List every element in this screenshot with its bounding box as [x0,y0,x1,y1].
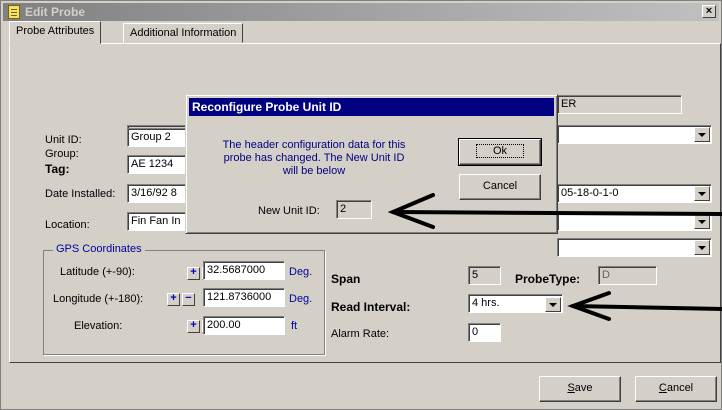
location-label: Location: [45,219,90,231]
right-combo-4[interactable] [557,238,712,257]
read-interval-label: Read Interval: [331,300,411,314]
cancel-label: ancel [666,382,694,394]
chevron-down-icon[interactable] [694,186,710,201]
cancel-mnemonic: C [658,382,667,394]
gps-title: GPS Coordinates [53,243,145,255]
latitude-field[interactable]: 32.5687000 [203,261,285,280]
chevron-down-icon[interactable] [694,240,710,255]
location-field[interactable]: Fin Fan In [127,212,189,231]
elevation-field[interactable]: 200.00 [203,316,285,335]
chevron-down-icon[interactable] [545,297,561,312]
reconfigure-dialog: Reconfigure Probe Unit ID The header con… [185,94,558,234]
chevron-down-icon[interactable] [694,127,710,142]
group-label: Group: [45,148,79,160]
dialog-message-line-2: probe has changed. The New Unit ID [223,152,405,164]
longitude-field[interactable]: 121.8736000 [203,288,285,307]
window-title: Edit Probe [25,5,86,19]
right-combo-3[interactable] [557,212,712,231]
tab-probe-attributes[interactable]: Probe Attributes [9,21,102,44]
dialog-cancel-label: ancel [490,180,518,192]
dialog-message: The header configuration data for this p… [200,139,428,178]
edit-probe-window: Edit Probe × Probe Attributes Additional… [0,0,722,410]
span-label: Span [331,272,361,286]
chevron-down-icon[interactable] [694,214,710,229]
right-combo-1[interactable] [557,125,712,144]
latitude-plus-button[interactable]: + [187,267,200,280]
unit-id-label: Unit ID: [45,134,82,146]
notepad-icon [8,5,20,19]
new-unit-id-label: New Unit ID: [258,205,320,217]
tab-additional-information[interactable]: Additional Information [123,23,244,43]
elevation-unit: ft [291,320,298,332]
right-readonly-field: ER [557,95,682,114]
ok-label: k [501,145,508,157]
longitude-label: Longitude (+-180): [53,293,144,305]
save-label: ave [574,382,593,394]
window-titlebar[interactable]: Edit Probe × [3,3,719,21]
longitude-minus-button[interactable]: − [182,293,195,306]
alarm-rate-field[interactable]: 0 [468,323,501,342]
latitude-label: Latitude (+-90): [60,266,135,278]
save-button[interactable]: Save [539,376,621,402]
elevation-label: Elevation: [74,320,123,332]
probe-type-label: ProbeType: [515,272,581,286]
date-installed-field[interactable]: 3/16/92 8 [127,184,189,203]
save-mnemonic: S [567,382,575,394]
latitude-unit: Deg. [289,266,313,278]
probe-type-field: D [598,266,657,285]
tag-label: Tag: [45,162,70,176]
group-field[interactable]: Group 2 [127,128,189,147]
date-installed-label: Date Installed: [45,188,116,200]
tag-field[interactable]: AE 1234 [127,155,189,174]
right-combo-2[interactable]: 05-18-0-1-0 [557,184,712,203]
alarm-rate-label: Alarm Rate: [331,328,390,340]
ok-mnemonic: O [492,145,502,157]
dialog-cancel-button[interactable]: Cancel [459,174,541,200]
ok-button[interactable]: Ok [458,138,542,166]
elevation-plus-button[interactable]: + [187,320,200,333]
longitude-unit: Deg. [289,293,313,305]
dialog-title[interactable]: Reconfigure Probe Unit ID [189,98,554,116]
new-unit-id-field: 2 [336,200,372,219]
dialog-cancel-mnemonic: C [482,180,491,192]
dialog-message-line-3: will be below [282,165,346,177]
longitude-plus-button[interactable]: + [167,293,180,306]
cancel-button[interactable]: Cancel [635,376,717,402]
span-field: 5 [468,266,501,285]
dialog-message-line-1: The header configuration data for this [222,139,406,151]
close-button[interactable]: × [702,5,716,18]
